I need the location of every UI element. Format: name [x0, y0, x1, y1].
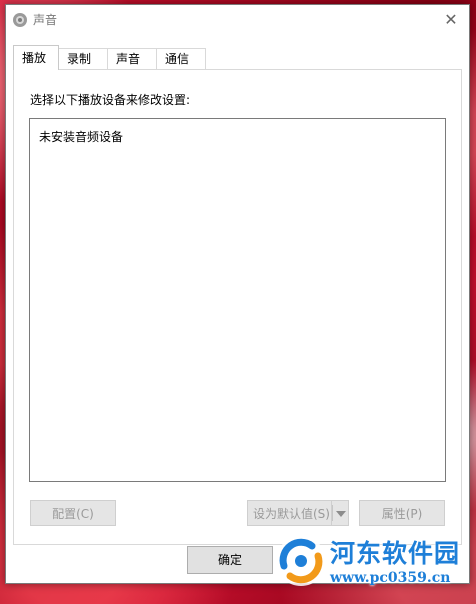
- window-title: 声音: [33, 13, 58, 27]
- title-bar: 声音 ✕: [6, 5, 469, 35]
- set-default-dropdown-button[interactable]: [331, 500, 349, 526]
- device-list[interactable]: 未安装音频设备: [29, 118, 446, 482]
- close-button[interactable]: ✕: [439, 10, 463, 30]
- set-default-button[interactable]: 设为默认值(S): [247, 500, 331, 526]
- tab-playback[interactable]: 播放: [13, 45, 59, 70]
- tab-recording[interactable]: 录制: [58, 48, 108, 69]
- watermark-url: www.pc0359.cn: [330, 570, 451, 586]
- tab-sounds[interactable]: 声音: [107, 48, 157, 69]
- no-device-message: 未安装音频设备: [39, 130, 124, 144]
- site-logo-icon: [276, 536, 326, 586]
- ok-button[interactable]: 确定: [187, 546, 273, 574]
- watermark-site-name: 河东软件园: [330, 539, 461, 568]
- tab-communications[interactable]: 通信: [156, 48, 206, 69]
- sound-dialog: 声音 ✕ 播放 录制 声音 通信 选择以下播放设备来修改设置: 未安装音频设备 …: [5, 4, 470, 584]
- instruction-text: 选择以下播放设备来修改设置:: [30, 93, 191, 107]
- site-watermark: 河东软件园 www.pc0359.cn: [272, 532, 476, 604]
- close-icon: ✕: [444, 10, 458, 29]
- speaker-icon: [13, 13, 27, 27]
- tab-strip: 播放 录制 声音 通信: [13, 45, 206, 70]
- configure-button[interactable]: 配置(C): [30, 500, 116, 526]
- chevron-down-icon: [336, 511, 346, 517]
- properties-button[interactable]: 属性(P): [359, 500, 445, 526]
- playback-panel: 选择以下播放设备来修改设置: 未安装音频设备 配置(C) 设为默认值(S) 属性…: [13, 69, 462, 545]
